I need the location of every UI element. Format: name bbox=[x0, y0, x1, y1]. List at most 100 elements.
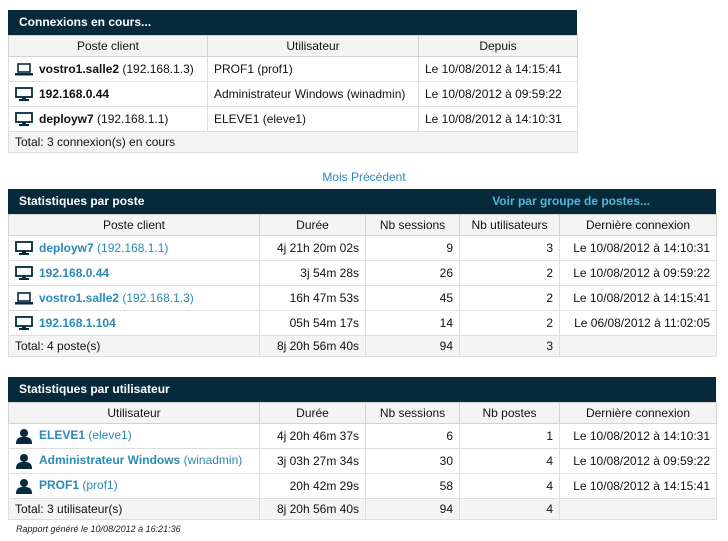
host-stats-header-row: Poste client Durée Nb sessions Nb utilis… bbox=[8, 214, 717, 236]
col-nb-sessions: Nb sessions bbox=[365, 402, 460, 424]
user-icon bbox=[16, 429, 32, 444]
col-depuis: Depuis bbox=[418, 35, 578, 57]
last-connection-cell: Le 10/08/2012 à 14:15:41 bbox=[559, 285, 717, 311]
connections-table: Poste client Utilisateur Depuis vostro1.… bbox=[8, 35, 578, 153]
total-last bbox=[559, 335, 717, 357]
user-login[interactable]: (prof1) bbox=[82, 478, 117, 492]
table-row: deployw7 (192.168.1.1) ELEVE1 (eleve1) L… bbox=[8, 106, 578, 132]
sessions-cell: 30 bbox=[365, 448, 460, 474]
sessions-cell: 45 bbox=[365, 285, 460, 311]
host-ip: (192.168.1.3) bbox=[122, 61, 194, 76]
last-connection-cell: Le 10/08/2012 à 09:59:22 bbox=[559, 448, 717, 474]
host-cell: vostro1.salle2 (192.168.1.3) bbox=[8, 56, 208, 82]
total-hosts: 4 bbox=[459, 498, 560, 520]
user-link[interactable]: Administrateur Windows bbox=[39, 453, 180, 467]
host-link[interactable]: 192.168.1.104 bbox=[39, 316, 116, 330]
table-row: vostro1.salle2 (192.168.1.3) 16h 47m 53s… bbox=[8, 285, 717, 311]
host-cell: 192.168.1.104 bbox=[8, 310, 260, 336]
host-ip[interactable]: (192.168.1.1) bbox=[97, 241, 168, 255]
host-link[interactable]: deployw7 bbox=[39, 241, 94, 255]
host-ip: (192.168.1.1) bbox=[97, 111, 169, 126]
last-connection-cell: Le 06/08/2012 à 11:02:05 bbox=[559, 310, 717, 336]
host-link[interactable]: vostro1.salle2 bbox=[39, 291, 119, 305]
desktop-icon bbox=[15, 112, 33, 127]
users-cell: 2 bbox=[459, 260, 560, 286]
total-row: Total: 4 poste(s) 8j 20h 56m 40s 94 3 bbox=[8, 335, 717, 357]
table-row: 192.168.0.44 Administrateur Windows (win… bbox=[8, 81, 578, 107]
duration-cell: 3j 54m 28s bbox=[259, 260, 366, 286]
last-connection-cell: Le 10/08/2012 à 14:10:31 bbox=[559, 235, 717, 261]
users-cell: 2 bbox=[459, 310, 560, 336]
table-row: 192.168.1.104 05h 54m 17s 14 2 Le 06/08/… bbox=[8, 310, 717, 336]
last-connection-cell: Le 10/08/2012 à 14:10:31 bbox=[559, 423, 717, 449]
sessions-cell: 6 bbox=[365, 423, 460, 449]
since-cell: Le 10/08/2012 à 14:10:31 bbox=[418, 106, 578, 132]
total-users: 3 bbox=[459, 335, 560, 357]
user-cell: ELEVE1 (eleve1) bbox=[8, 423, 260, 449]
connections-title: Connexions en cours... bbox=[8, 10, 577, 35]
hosts-cell: 4 bbox=[459, 473, 560, 499]
users-cell: 2 bbox=[459, 285, 560, 311]
user-cell: Administrateur Windows (winadmin) bbox=[207, 81, 419, 107]
user-login[interactable]: (winadmin) bbox=[184, 453, 243, 467]
sessions-cell: 14 bbox=[365, 310, 460, 336]
laptop-icon bbox=[15, 292, 33, 305]
col-derniere-connexion: Dernière connexion bbox=[559, 214, 717, 236]
col-utilisateur: Utilisateur bbox=[8, 402, 260, 424]
table-row: ELEVE1 (eleve1) 4j 20h 46m 37s 6 1 Le 10… bbox=[8, 423, 717, 449]
duration-cell: 3j 03h 27m 34s bbox=[259, 448, 366, 474]
host-cell: deployw7 (192.168.1.1) bbox=[8, 106, 208, 132]
total-last bbox=[559, 498, 717, 520]
table-row: 192.168.0.44 3j 54m 28s 26 2 Le 10/08/20… bbox=[8, 260, 717, 286]
since-cell: Le 10/08/2012 à 09:59:22 bbox=[418, 81, 578, 107]
host-cell: 192.168.0.44 bbox=[8, 260, 260, 286]
user-stats-header-row: Utilisateur Durée Nb sessions Nb postes … bbox=[8, 402, 717, 424]
host-link[interactable]: 192.168.0.44 bbox=[39, 266, 109, 280]
col-poste-client: Poste client bbox=[8, 35, 208, 57]
group-view-link[interactable]: Voir par groupe de postes... bbox=[492, 189, 650, 214]
last-connection-cell: Le 10/08/2012 à 14:15:41 bbox=[559, 473, 717, 499]
host-cell: 192.168.0.44 bbox=[8, 81, 208, 107]
since-cell: Le 10/08/2012 à 14:15:41 bbox=[418, 56, 578, 82]
host-name: vostro1.salle2 bbox=[39, 61, 120, 76]
duration-cell: 4j 21h 20m 02s bbox=[259, 235, 366, 261]
total-label: Total: 4 poste(s) bbox=[8, 335, 260, 357]
report-footer: Rapport généré le 10/08/2012 à 16:21:36 bbox=[16, 524, 181, 534]
desktop-icon bbox=[15, 316, 33, 331]
host-stats-panel: Statistiques par poste Voir par groupe d… bbox=[8, 189, 717, 357]
host-ip[interactable]: (192.168.1.3) bbox=[122, 291, 193, 305]
user-login[interactable]: (eleve1) bbox=[88, 428, 131, 442]
host-stats-title: Statistiques par poste bbox=[19, 194, 145, 208]
user-icon bbox=[16, 454, 32, 469]
host-cell: deployw7 (192.168.1.1) bbox=[8, 235, 260, 261]
total-row: Total: 3 connexion(s) en cours bbox=[8, 131, 578, 153]
total-duration: 8j 20h 56m 40s bbox=[259, 498, 366, 520]
hosts-cell: 1 bbox=[459, 423, 560, 449]
table-row: vostro1.salle2 (192.168.1.3) PROF1 (prof… bbox=[8, 56, 578, 82]
host-cell: vostro1.salle2 (192.168.1.3) bbox=[8, 285, 260, 311]
total-label: Total: 3 utilisateur(s) bbox=[8, 498, 260, 520]
total-sessions: 94 bbox=[365, 498, 460, 520]
duration-cell: 4j 20h 46m 37s bbox=[259, 423, 366, 449]
col-nb-sessions: Nb sessions bbox=[365, 214, 460, 236]
desktop-icon bbox=[15, 241, 33, 256]
user-stats-title: Statistiques par utilisateur bbox=[8, 377, 716, 402]
connections-panel: Connexions en cours... Poste client Util… bbox=[8, 10, 578, 153]
col-poste-client: Poste client bbox=[8, 214, 260, 236]
user-cell: PROF1 (prof1) bbox=[207, 56, 419, 82]
col-derniere-connexion: Dernière connexion bbox=[559, 402, 717, 424]
user-cell: PROF1 (prof1) bbox=[8, 473, 260, 499]
user-link[interactable]: ELEVE1 bbox=[39, 428, 85, 442]
user-link[interactable]: PROF1 bbox=[39, 478, 79, 492]
last-connection-cell: Le 10/08/2012 à 09:59:22 bbox=[559, 260, 717, 286]
connections-header-row: Poste client Utilisateur Depuis bbox=[8, 35, 578, 57]
user-stats-panel: Statistiques par utilisateur Utilisateur… bbox=[8, 377, 717, 520]
sessions-cell: 58 bbox=[365, 473, 460, 499]
table-row: PROF1 (prof1) 20h 42m 29s 58 4 Le 10/08/… bbox=[8, 473, 717, 499]
host-name: deployw7 bbox=[39, 111, 94, 126]
col-duree: Durée bbox=[259, 214, 366, 236]
col-duree: Durée bbox=[259, 402, 366, 424]
previous-month-link[interactable]: Mois Précédent bbox=[0, 170, 728, 184]
user-icon bbox=[16, 479, 32, 494]
users-cell: 3 bbox=[459, 235, 560, 261]
